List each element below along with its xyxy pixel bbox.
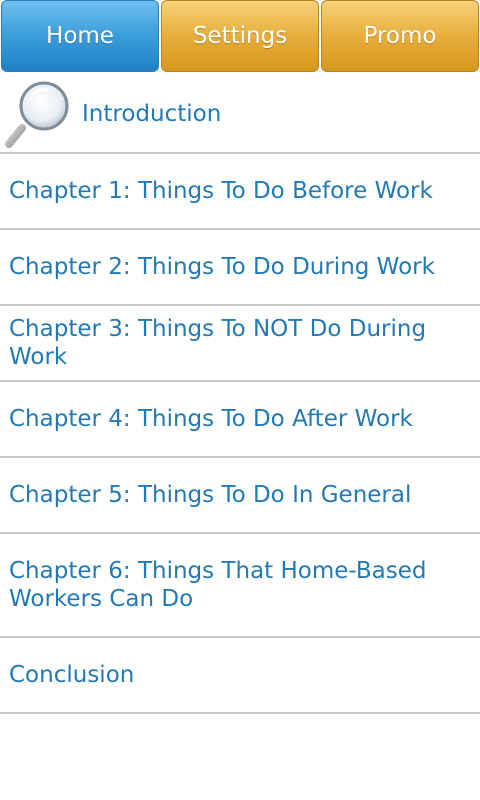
list-item-conclusion[interactable]: Conclusion: [0, 638, 480, 714]
list-item-label: Chapter 6: Things That Home-Based Worker…: [9, 558, 427, 612]
list-item-chapter-5[interactable]: Chapter 5: Things To Do In General: [0, 458, 480, 534]
list-item-label: Chapter 3: Things To NOT Do During Work: [9, 316, 427, 370]
list-item-chapter-6[interactable]: Chapter 6: Things That Home-Based Worker…: [0, 534, 480, 638]
tab-settings[interactable]: Settings: [161, 0, 319, 72]
list-item-chapter-1[interactable]: Chapter 1: Things To Do Before Work: [0, 154, 480, 230]
chapter-list: Introduction Chapter 1: Things To Do Bef…: [0, 76, 480, 714]
magnifier-icon: [4, 78, 72, 150]
list-item-label: Chapter 4: Things To Do After Work: [9, 406, 413, 432]
tab-bar: Home Settings Promo: [0, 0, 480, 74]
list-item-chapter-2[interactable]: Chapter 2: Things To Do During Work: [0, 230, 480, 306]
list-item-label: Chapter 2: Things To Do During Work: [9, 254, 435, 280]
list-item-label: Introduction: [82, 101, 222, 127]
list-item-chapter-4[interactable]: Chapter 4: Things To Do After Work: [0, 382, 480, 458]
list-item-label: Conclusion: [9, 662, 135, 688]
tab-home[interactable]: Home: [1, 0, 159, 72]
list-item-introduction[interactable]: Introduction: [0, 76, 480, 154]
list-item-chapter-3[interactable]: Chapter 3: Things To NOT Do During Work: [0, 306, 480, 382]
list-item-label: Chapter 1: Things To Do Before Work: [9, 178, 433, 204]
tab-promo[interactable]: Promo: [321, 0, 479, 72]
list-item-label: Chapter 5: Things To Do In General: [9, 482, 412, 508]
